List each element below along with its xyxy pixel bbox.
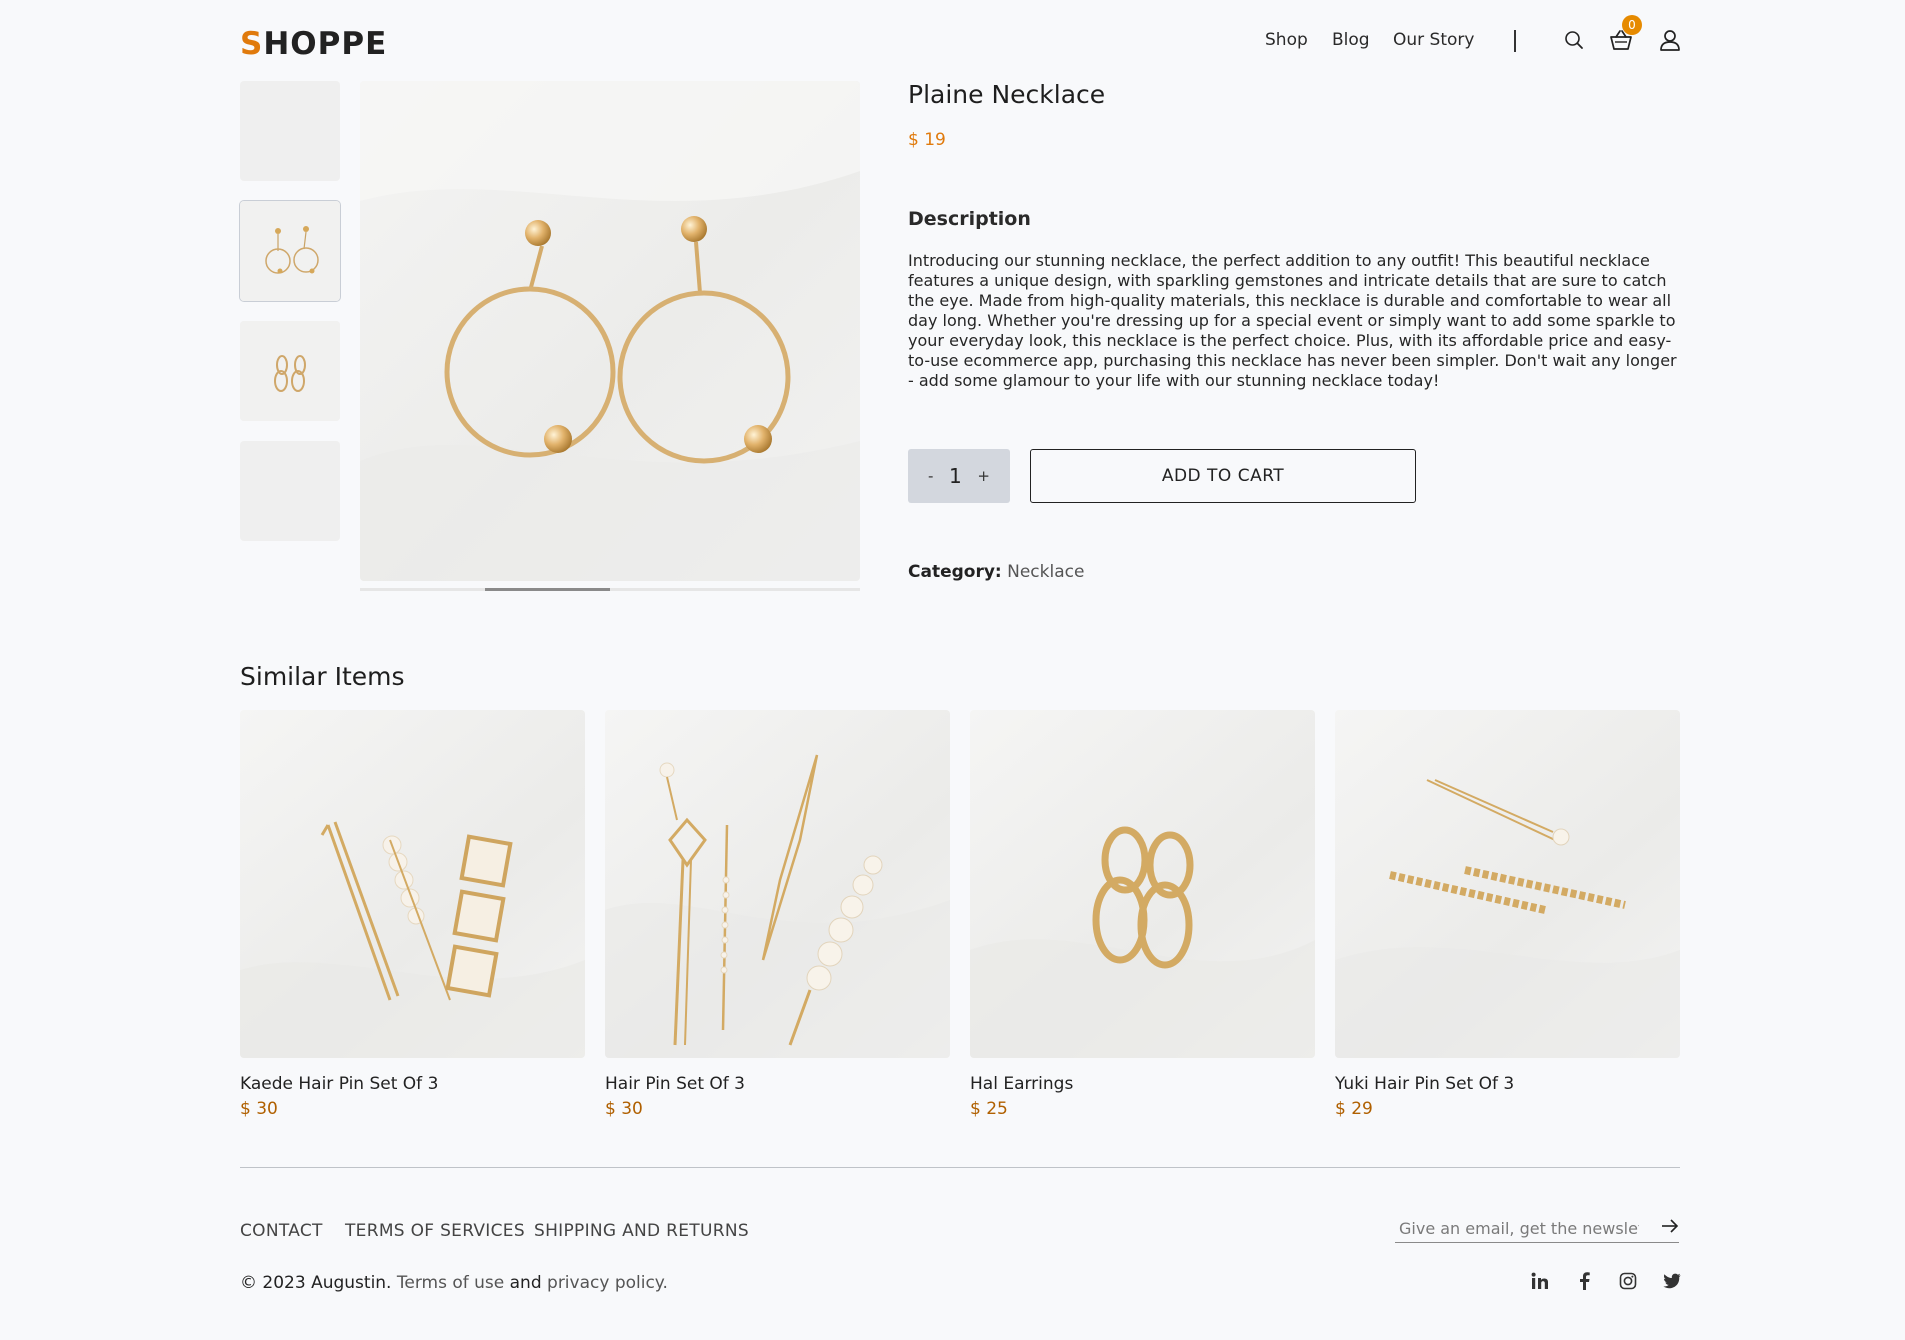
product-description: Introducing our stunning necklace, the p… [908,251,1677,390]
add-to-cart-button[interactable]: ADD TO CART [1030,449,1416,503]
product-price: $ 19 [908,130,946,150]
facebook-icon[interactable] [1573,1270,1595,1292]
newsletter-email-input[interactable] [1397,1218,1641,1239]
search-icon[interactable] [1562,28,1586,52]
footer-link-contact[interactable]: CONTACT [240,1221,323,1241]
copyright-and: and [509,1273,542,1293]
hal-earrings-image [970,826,1315,1058]
category-label: Category: [908,562,1002,582]
similar-item-image[interactable] [1335,710,1680,1058]
similar-item-image[interactable] [240,710,585,1058]
instagram-icon[interactable] [1617,1270,1639,1292]
gallery-thumbnail[interactable] [240,81,340,181]
similar-item-price: $ 25 [970,1099,1008,1119]
terms-of-use-link[interactable]: Terms of use [397,1273,504,1293]
linkedin-icon[interactable] [1529,1270,1551,1292]
logo[interactable]: SHOPPE [240,26,387,62]
similar-item-card[interactable]: Hal Earrings $ 25 [970,710,1315,1119]
quantity-increase-button[interactable]: + [977,467,990,485]
similar-item-name[interactable]: Hal Earrings [970,1074,1315,1094]
gallery-thumbnail[interactable] [240,321,340,421]
similar-item-name[interactable]: Kaede Hair Pin Set Of 3 [240,1074,585,1094]
twitter-icon[interactable] [1661,1270,1683,1292]
gallery-thumbnail[interactable] [240,441,340,541]
yuki-hair-pin-image [1335,779,1680,1058]
nav-item-blog[interactable]: Blog [1332,30,1370,50]
similar-items-heading: Similar Items [240,662,405,691]
privacy-policy-link[interactable]: privacy policy. [547,1273,668,1293]
similar-item-price: $ 30 [605,1099,643,1119]
nav-item-shop[interactable]: Shop [1265,30,1308,50]
nav-blog-link[interactable]: Blog [1332,30,1370,50]
category-link[interactable]: Necklace [1007,562,1084,582]
similar-item-name[interactable]: Hair Pin Set Of 3 [605,1074,950,1094]
similar-item-card[interactable]: Hair Pin Set Of 3 $ 30 [605,710,950,1119]
user-icon[interactable] [1658,28,1682,52]
nav-divider [1514,30,1516,52]
nav-item-our-story[interactable]: Our Story [1393,30,1474,50]
similar-item-price: $ 29 [1335,1099,1373,1119]
nav-shop-link[interactable]: Shop [1265,30,1308,50]
similar-item-card[interactable]: Kaede Hair Pin Set Of 3 $ 30 [240,710,585,1119]
similar-item-image[interactable] [970,710,1315,1058]
copyright-text: © 2023 Augustin. [240,1273,392,1293]
page: SHOPPE Shop Blog Our Story 0 Plaine Neck… [0,0,1905,1340]
quantity-stepper: - + [908,449,1010,503]
gallery-thumbnail-active[interactable] [240,201,340,301]
earrings-thumb-image [240,201,340,301]
quantity-input[interactable] [940,463,971,489]
product-title: Plaine Necklace [908,80,1106,109]
similar-item-name[interactable]: Yuki Hair Pin Set Of 3 [1335,1074,1680,1094]
product-main-image [360,81,860,581]
similar-item-image[interactable] [605,710,950,1058]
product-category: Category: Necklace [908,562,1084,582]
hair-pin-set-image [605,754,950,1058]
quantity-decrease-button[interactable]: - [928,467,933,485]
gallery-scrollbar[interactable] [360,588,860,591]
description-heading: Description [908,208,1031,230]
footer-link-shipping[interactable]: SHIPPING AND RETURNS [534,1221,749,1241]
copyright: © 2023 Augustin. Terms of use and privac… [240,1273,668,1293]
similar-item-card[interactable]: Yuki Hair Pin Set Of 3 $ 29 [1335,710,1680,1119]
logo-text: HOPPE [263,26,388,62]
nav-our-story-link[interactable]: Our Story [1393,30,1474,50]
link-earrings-thumb-image [240,321,340,421]
cart-count-badge: 0 [1622,15,1642,35]
newsletter-form [1395,1216,1679,1243]
arrow-right-icon[interactable] [1661,1218,1679,1238]
footer-divider [240,1167,1680,1168]
kaede-hair-pin-image [240,821,585,1058]
hoop-earrings-image [360,81,860,581]
similar-item-price: $ 30 [240,1099,278,1119]
logo-first-letter: S [240,26,264,62]
gallery-scrollbar-thumb[interactable] [485,588,610,591]
footer-link-terms[interactable]: TERMS OF SERVICES [345,1221,525,1241]
